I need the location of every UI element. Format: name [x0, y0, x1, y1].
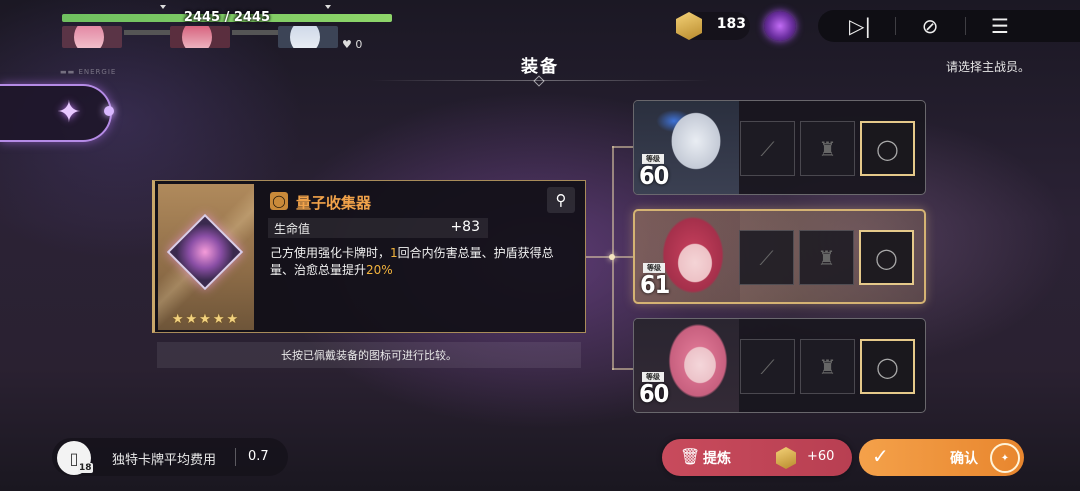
connector-node: [609, 254, 615, 260]
avg-cost-value: 0.7: [248, 449, 269, 464]
refine-reward: +60: [807, 449, 835, 464]
menu-icon[interactable]: ☰: [980, 10, 1020, 42]
connector-line: [612, 146, 633, 148]
equipment-name: 量子收集器: [296, 194, 372, 212]
desc-highlight: 20%: [366, 263, 393, 277]
weapon-slot[interactable]: ⟋: [740, 121, 795, 176]
control-divider: [965, 17, 966, 35]
character-row-selected[interactable]: 等级 61 ⟋ ♜ ◯: [633, 209, 926, 304]
party-portrait-1: [62, 26, 122, 48]
desc-text: 己方使用强化卡牌时，: [270, 246, 391, 260]
cost-divider: [235, 448, 236, 466]
character-row[interactable]: 等级 60 ⟋ ♜ ◯: [633, 318, 926, 413]
accessory-slot[interactable]: ◯: [860, 339, 915, 394]
level-number: 60: [639, 379, 669, 408]
page-title: 装备: [521, 57, 559, 77]
armor-slot[interactable]: ♜: [799, 230, 854, 285]
skip-forward-icon[interactable]: ▷|: [840, 10, 880, 42]
sparkle-icon: ✦: [56, 95, 82, 130]
hp-marker: [325, 5, 331, 9]
auto-play-off-icon[interactable]: ⊘: [910, 10, 950, 42]
confirm-label: 确认: [950, 451, 978, 467]
party-hp-text: 2445 / 2445: [183, 10, 271, 25]
deck-count: 18: [78, 463, 93, 473]
trash-icon: 🗑: [680, 447, 701, 466]
armor-icon: ♜: [817, 245, 836, 270]
hp-marker: [160, 5, 166, 9]
shield-count: 0: [355, 38, 363, 51]
rarity-stars: ★★★★★: [171, 312, 241, 327]
connector-line: [612, 368, 633, 370]
search-icon[interactable]: ⚲: [547, 187, 575, 213]
party-portrait-2: [170, 26, 230, 48]
party-portrait-3: [278, 26, 338, 48]
connector-line: [612, 256, 633, 258]
stat-label: 生命值: [274, 222, 311, 236]
armor-slot[interactable]: ♜: [800, 339, 855, 394]
shield-icon: ♥: [342, 38, 352, 51]
relic-button[interactable]: [764, 11, 796, 41]
tab-glow: [104, 106, 114, 116]
sword-icon: ⟋: [760, 354, 775, 379]
check-icon: ✓: [872, 444, 889, 468]
desc-highlight: 1: [390, 246, 398, 260]
armor-icon: ♜: [818, 136, 837, 161]
select-hint: 请选择主战员。: [945, 60, 1030, 74]
party-member-bar: [232, 30, 278, 35]
weapon-slot[interactable]: ⟋: [740, 339, 795, 394]
party-member-bar: [124, 30, 170, 35]
accessory-slot[interactable]: ◯: [859, 230, 914, 285]
accessory-slot[interactable]: ◯: [860, 121, 915, 176]
refine-label: 提炼: [703, 451, 731, 467]
avg-cost-label: 独特卡牌平均费用: [112, 453, 217, 468]
sword-icon: ⟋: [760, 136, 775, 161]
weapon-slot[interactable]: ⟋: [739, 230, 794, 285]
ring-icon: ◯: [876, 136, 899, 161]
ring-icon: ◯: [876, 354, 899, 379]
stat-value: +83: [450, 219, 480, 235]
coin-count: 183: [716, 16, 746, 32]
armor-icon: ♜: [818, 354, 837, 379]
armor-slot[interactable]: ♜: [800, 121, 855, 176]
level-number: 60: [639, 161, 669, 190]
compare-hint: 长按已佩戴装备的图标可进行比较。: [157, 342, 581, 368]
hud-label: ▬▬ ENERGIE: [60, 68, 117, 76]
level-number: 61: [640, 270, 670, 299]
confirm-ornament-icon: ✦: [990, 443, 1020, 473]
ring-icon: ◯: [270, 192, 288, 210]
sword-icon: ⟋: [759, 245, 774, 270]
title-ornament: [533, 75, 545, 87]
ring-icon: ◯: [875, 245, 898, 270]
character-row[interactable]: 等级 60 ⟋ ♜ ◯: [633, 100, 926, 195]
control-divider: [895, 17, 896, 35]
shield-status: ♥ 0: [342, 38, 362, 51]
equipment-description: 己方使用强化卡牌时，1回合内伤害总量、护盾获得总量、治愈总量提升20%: [270, 245, 570, 279]
